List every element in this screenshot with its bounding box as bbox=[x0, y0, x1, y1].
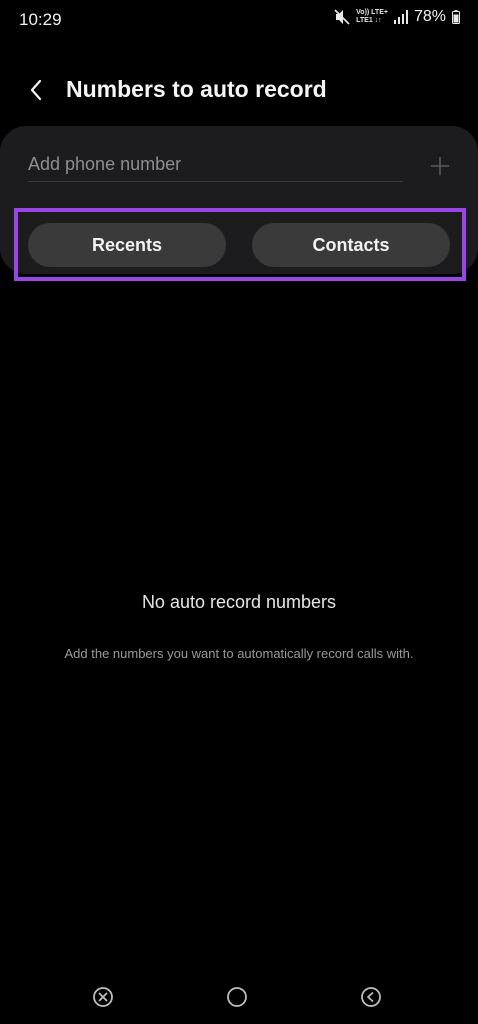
contacts-button[interactable]: Contacts bbox=[252, 223, 450, 267]
empty-state-title: No auto record numbers bbox=[141, 592, 337, 612]
home-icon[interactable] bbox=[224, 984, 250, 1010]
status-time: 10:29 bbox=[19, 10, 62, 29]
battery-icon bbox=[452, 10, 460, 24]
app-header: Numbers to auto record bbox=[0, 64, 478, 116]
recents-button[interactable]: Recents bbox=[28, 223, 226, 267]
network-indicator: Vo)) LTE+ LTE1 ↓↑ bbox=[356, 9, 388, 25]
back-icon[interactable] bbox=[358, 984, 384, 1010]
highlight-box: Recents Contacts bbox=[14, 208, 466, 281]
navigation-bar bbox=[0, 976, 478, 1016]
recent-apps-icon[interactable] bbox=[90, 984, 116, 1010]
mute-icon bbox=[334, 9, 350, 25]
chevron-left-icon bbox=[30, 79, 42, 101]
network-top-label: Vo)) LTE+ bbox=[356, 9, 388, 16]
empty-state-description: Add the numbers you want to automaticall… bbox=[64, 646, 414, 661]
phone-number-input[interactable] bbox=[28, 148, 403, 182]
battery-percent: 78% bbox=[413, 8, 446, 25]
back-button[interactable] bbox=[22, 76, 50, 104]
status-bar: 10:29 Vo)) LTE+ LTE1 ↓↑ 78% bbox=[0, 0, 478, 40]
signal-icon bbox=[393, 10, 408, 24]
add-number-card: Recents Contacts bbox=[0, 126, 478, 281]
plus-icon[interactable] bbox=[428, 154, 452, 178]
status-icons: Vo)) LTE+ LTE1 ↓↑ 78% bbox=[334, 8, 460, 26]
network-bottom-label: LTE1 ↓↑ bbox=[356, 17, 382, 24]
page-title: Numbers to auto record bbox=[66, 76, 327, 102]
